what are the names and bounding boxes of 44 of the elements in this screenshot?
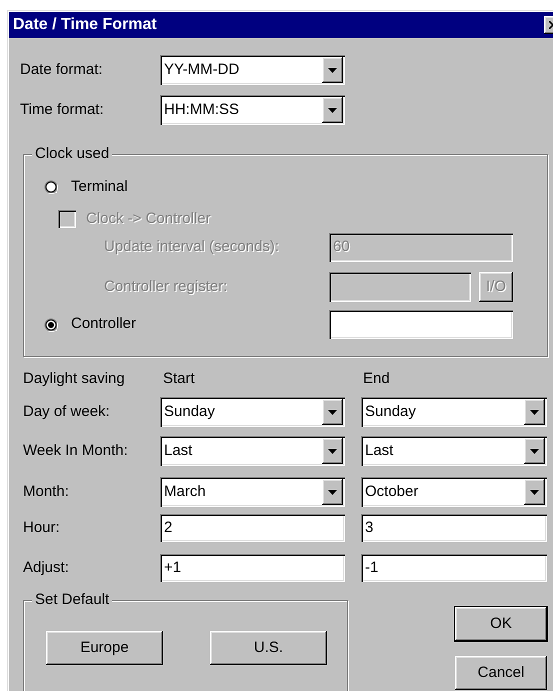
dropdown[interactable]: October	[361, 477, 547, 507]
button[interactable]: OK	[455, 607, 547, 641]
field-label: Date format:	[20, 60, 104, 80]
dropdown[interactable]: Sunday	[361, 397, 547, 427]
column-header: End	[363, 368, 390, 389]
field-label: Controller	[71, 314, 136, 334]
radio-button[interactable]	[44, 318, 58, 332]
field-label: Adjust:	[22, 558, 70, 578]
field-label: Terminal	[71, 176, 128, 197]
field-label: Update interval (seconds):	[104, 237, 280, 258]
dropdown[interactable]: Sunday	[160, 397, 345, 427]
window-title: Date / Time Format	[13, 15, 158, 35]
input-field[interactable]: 3	[361, 514, 547, 542]
input-field[interactable]: -1	[361, 554, 547, 582]
dropdown[interactable]: HH:MM:SS	[160, 95, 345, 125]
field-label: Clock -> Controller	[86, 208, 211, 229]
dropdown[interactable]: Last	[361, 436, 547, 466]
caret-icon	[328, 68, 337, 72]
button[interactable]: Europe	[46, 631, 163, 665]
dropdown[interactable]: Last	[160, 436, 345, 466]
input-field[interactable]	[329, 310, 513, 339]
caret-icon	[530, 410, 539, 414]
input-field[interactable]	[329, 272, 471, 302]
caret-icon	[328, 490, 337, 494]
caret-icon	[530, 448, 539, 454]
caret-icon	[328, 108, 337, 112]
field-label: Hour:	[22, 518, 61, 538]
dropdown[interactable]: YY-MM-DD	[160, 55, 345, 85]
caret-icon	[328, 410, 337, 414]
caret-icon	[328, 448, 337, 454]
field-label: Week In Month:	[22, 440, 129, 461]
field-label: Daylight saving	[22, 368, 126, 389]
input-field[interactable]: +1	[160, 554, 345, 582]
field-label: Controller register:	[104, 276, 228, 297]
caret-icon	[530, 490, 539, 494]
button[interactable]: U.S.	[210, 631, 327, 665]
field-label: Time format:	[20, 100, 105, 120]
field-label: Day of week:	[22, 402, 111, 422]
field-label: Month:	[22, 482, 70, 502]
button[interactable]: Cancel	[455, 656, 547, 690]
dropdown[interactable]: March	[160, 477, 345, 507]
radio-button[interactable]	[44, 180, 58, 194]
input-field[interactable]: 2	[160, 514, 345, 542]
column-header: Start	[163, 368, 196, 389]
